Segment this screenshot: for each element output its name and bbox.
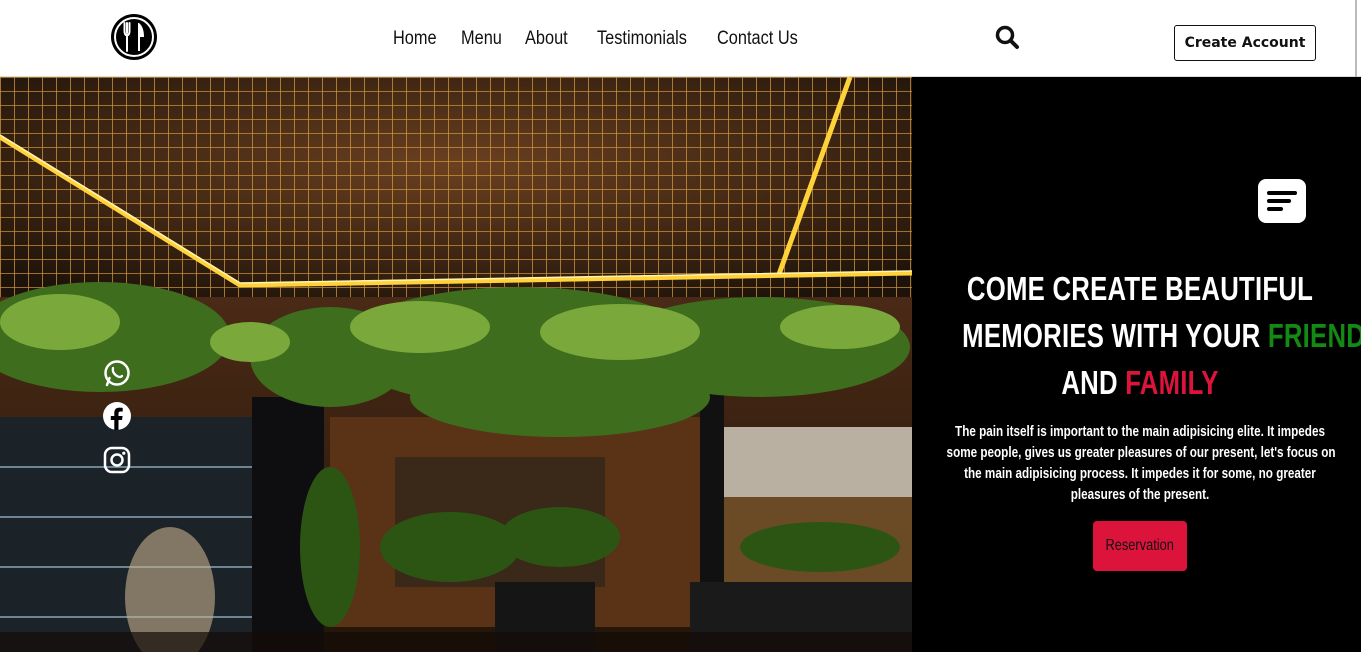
headline-and-text: AND: [1061, 364, 1126, 401]
reservation-button[interactable]: Reservation: [1093, 521, 1187, 571]
scrollbar[interactable]: [1355, 0, 1357, 77]
nav-about-link[interactable]: About: [525, 24, 568, 54]
headline-family-text: FAMILY: [1125, 364, 1219, 401]
search-icon[interactable]: [994, 24, 1020, 50]
description-line: some people, gives us greater pleasures …: [946, 444, 1336, 461]
whatsapp-icon[interactable]: [102, 358, 132, 388]
navbar: Home Menu About Testimonials Contact Us …: [0, 0, 1361, 77]
restaurant-interior-illustration: [0, 77, 912, 652]
hero-image: [0, 77, 912, 652]
facebook-icon[interactable]: [102, 401, 132, 431]
nav-contact-link[interactable]: Contact Us: [717, 24, 798, 54]
menu-lines-icon[interactable]: [1258, 179, 1306, 223]
nav-home-link[interactable]: Home: [393, 24, 437, 54]
headline-friends-text: FRIENDS: [1267, 317, 1361, 354]
nav-testimonials-link[interactable]: Testimonials: [597, 24, 687, 54]
description-line: pleasures of the present.: [1070, 486, 1210, 503]
main-nav: Home Menu About Testimonials Contact Us: [380, 24, 812, 54]
headline-line-3: AND FAMILY: [962, 359, 1318, 406]
description-line: The pain itself is important to the main…: [955, 423, 1325, 440]
description-line: the main adipisicing process. It impedes…: [964, 465, 1316, 482]
instagram-icon[interactable]: [102, 445, 132, 475]
headline-line-2: MEMORIES WITH YOUR FRIENDS: [962, 312, 1361, 359]
nav-menu-link[interactable]: Menu: [461, 24, 502, 54]
fork-knife-logo-icon[interactable]: [110, 13, 158, 61]
hero-headline: COME CREATE BEAUTIFUL MEMORIES WITH YOUR…: [912, 265, 1361, 406]
reservation-button-label: Reservation: [1105, 537, 1175, 554]
create-account-button[interactable]: Create Account: [1174, 25, 1316, 61]
hero-panel: COME CREATE BEAUTIFUL MEMORIES WITH YOUR…: [912, 77, 1361, 652]
headline-line-1: COME CREATE BEAUTIFUL: [966, 270, 1314, 307]
hero-description: The pain itself is important to the main…: [892, 421, 1361, 505]
headline-memories-text: MEMORIES WITH YOUR: [962, 317, 1268, 354]
